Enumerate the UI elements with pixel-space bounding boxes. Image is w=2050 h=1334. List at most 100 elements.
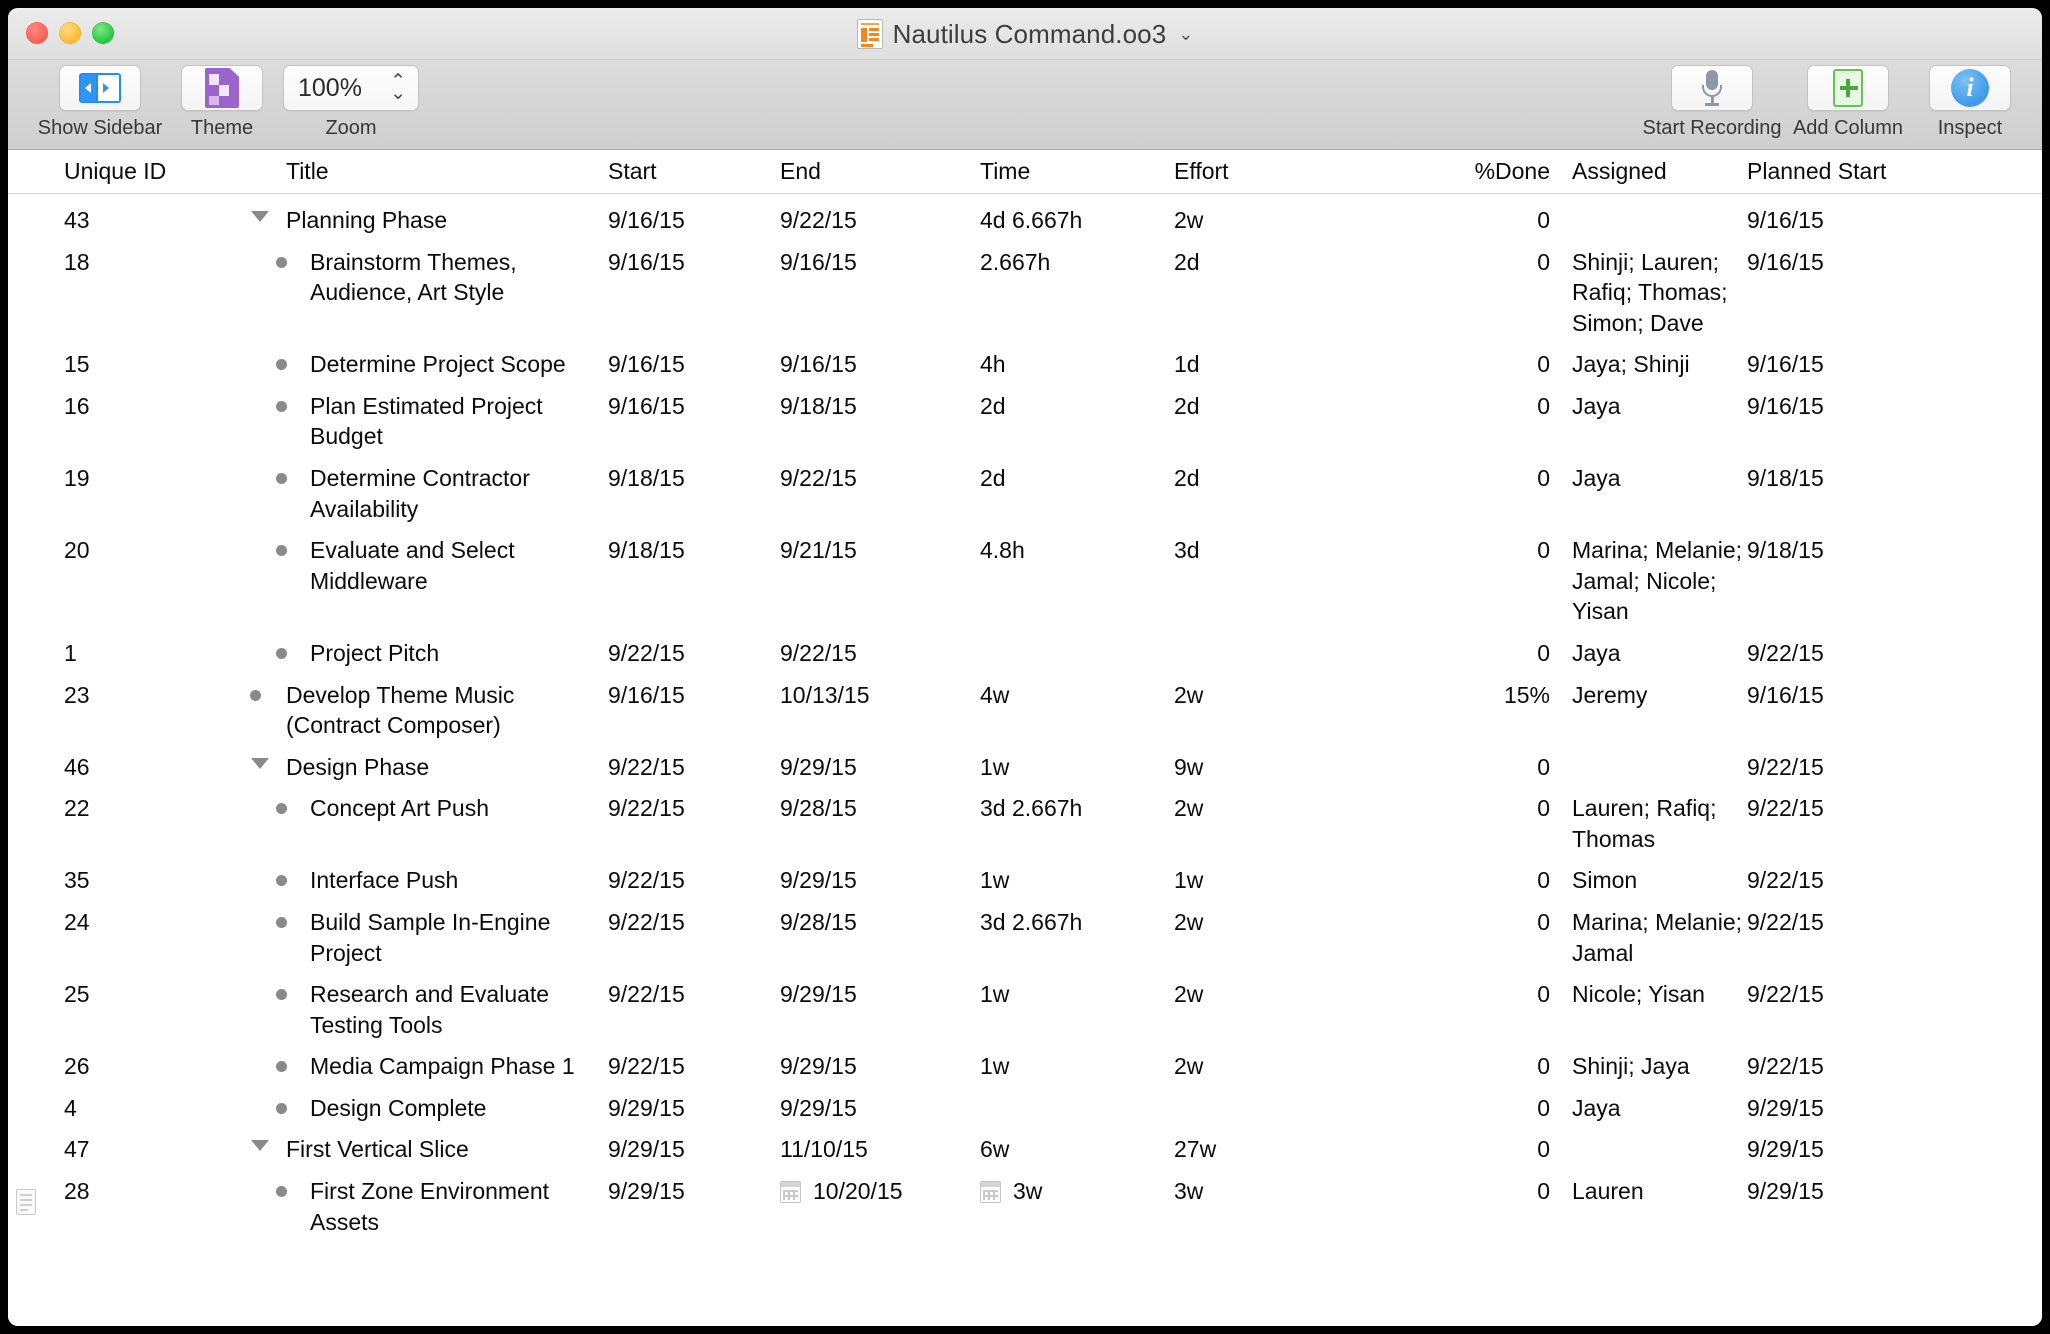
show-sidebar-label: Show Sidebar [37, 117, 163, 139]
cell-assigned [1550, 741, 1747, 752]
inspect-button[interactable]: i Inspect [1916, 60, 2024, 140]
toolbar-left-group: Show Sidebar Theme 100% ⌃ ⌄ Zoom [32, 60, 426, 140]
zoom-input[interactable]: 100% ⌃ ⌄ [283, 65, 419, 111]
row-note-cell [8, 1040, 40, 1051]
calendar-icon[interactable] [780, 1181, 801, 1204]
cell-unique-id: 19 [64, 465, 90, 492]
cell-percent-done: 0 [1537, 753, 1550, 780]
disclosure-triangle-icon[interactable] [251, 211, 269, 222]
cell-title: Evaluate and Select Middleware [252, 524, 608, 596]
add-column-button-surface[interactable] [1807, 65, 1889, 111]
cell-start: 9/22/15 [608, 981, 685, 1008]
column-header-start[interactable]: Start [608, 156, 780, 187]
cell-time: 4w [980, 681, 1010, 708]
cell-percent-done: 0 [1537, 248, 1550, 275]
cell-unique-id: 18 [64, 248, 90, 275]
task-title-label: Project Pitch [310, 639, 440, 666]
table-row[interactable]: 24 Build Sample In-Engine Project 9/22/15 9… [8, 896, 2042, 968]
column-header-end[interactable]: End [780, 156, 980, 187]
inspect-button-surface[interactable]: i [1929, 65, 2011, 111]
task-title-label: Build Sample In-Engine Project [310, 908, 551, 966]
cell-percent-done: 15% [1503, 681, 1550, 708]
table-row[interactable]: 23 Develop Theme Music (Contract Composer… [8, 669, 2042, 741]
cell-end: 10/13/15 [780, 681, 870, 708]
task-bullet-icon [276, 989, 287, 1001]
table-row[interactable]: 1 Project Pitch 9/22/15 9/22/15 0 Jaya 9/22/15 [8, 627, 2042, 669]
cell-unique-id: 1 [64, 639, 77, 666]
cell-effort: 2w [1174, 681, 1204, 708]
cell-time: 2d [980, 465, 1006, 492]
cell-assigned: Jaya [1572, 1094, 1621, 1121]
column-header-effort[interactable]: Effort [1174, 156, 1438, 187]
table-row[interactable]: 26 Media Campaign Phase 1 9/22/15 9/29/15 1w… [8, 1040, 2042, 1082]
start-recording-button[interactable]: Start Recording [1643, 60, 1781, 140]
stepper-down-icon[interactable]: ⌄ [390, 84, 406, 103]
theme-button[interactable]: Theme [168, 60, 276, 140]
table-header-row: Unique ID Title Start End Time Effort %D… [8, 150, 2042, 194]
disclosure-triangle-icon[interactable] [251, 1140, 269, 1152]
table-row[interactable]: 20 Evaluate and Select Middleware 9/18/15 9… [8, 524, 2042, 627]
cell-start: 9/18/15 [608, 537, 685, 564]
chevron-down-icon[interactable]: ⌄ [1178, 25, 1193, 43]
cell-title: Plan Estimated Project Budget [252, 380, 608, 452]
disclosure-triangle-icon[interactable] [251, 757, 269, 769]
cell-title: Determine Project Scope [252, 338, 608, 380]
cell-unique-id: 43 [64, 207, 90, 233]
cell-planned-start: 9/16/15 [1747, 207, 1824, 233]
start-recording-button-surface[interactable] [1671, 65, 1753, 111]
table-row[interactable]: 19 Determine Contractor Availability 9/18/… [8, 452, 2042, 524]
cell-time: 3w [980, 1165, 1174, 1207]
column-header-percent-done[interactable]: %Done [1438, 156, 1550, 187]
cell-percent-done: 0 [1537, 795, 1550, 822]
table-row[interactable]: 15 Determine Project Scope 9/16/15 9/16/15 4… [8, 338, 2042, 380]
cell-time: 2.667h [980, 248, 1051, 275]
task-bullet-icon [276, 256, 287, 268]
column-header-time[interactable]: Time [980, 156, 1174, 187]
table-row[interactable]: 35 Interface Push 9/22/15 9/29/15 1w 1w 0 Simon… [8, 854, 2042, 896]
cell-effort: 27w [1174, 1136, 1217, 1163]
task-bullet-icon [276, 647, 287, 659]
cell-time: 6w [980, 1136, 1010, 1163]
window-title: Nautilus Command.oo3 [892, 18, 1167, 49]
calendar-icon[interactable] [980, 1181, 1001, 1204]
zoom-label: Zoom [325, 117, 377, 139]
table-row[interactable]: 18 Brainstorm Themes, Audience, Art Style… [8, 236, 2042, 339]
cell-end: 9/28/15 [780, 908, 857, 935]
table-row[interactable]: 16 Plan Estimated Project Budget 9/16/15 9/… [8, 380, 2042, 452]
task-title-label: Determine Contractor Availability [310, 465, 530, 522]
cell-unique-id: 15 [64, 351, 90, 378]
zoom-stepper[interactable]: ⌃ ⌄ [390, 72, 406, 103]
column-header-planned-start[interactable]: Planned Start [1747, 156, 1947, 187]
cell-time: 1w [980, 867, 1010, 894]
table-row[interactable]: 22 Concept Art Push 9/22/15 9/28/15 3d 2.667… [8, 782, 2042, 854]
cell-percent-done: 0 [1537, 981, 1550, 1008]
cell-assigned: Lauren; Rafiq; Thomas [1572, 795, 1717, 852]
column-header-assigned[interactable]: Assigned [1550, 156, 1747, 187]
add-column-button[interactable]: Add Column [1780, 60, 1916, 140]
cell-title: Determine Contractor Availability [252, 452, 608, 524]
cell-end: 9/29/15 [780, 867, 857, 894]
row-note-cell [8, 782, 40, 793]
table-row[interactable]: 47 First Vertical Slice 9/29/15 11/10/15 6w 2… [8, 1123, 2042, 1165]
cell-unique-id: 23 [64, 681, 90, 708]
table-row[interactable]: 25 Research and Evaluate Testing Tools 9/2… [8, 968, 2042, 1040]
column-header-title[interactable]: Title [252, 156, 608, 187]
cell-end: 9/22/15 [780, 465, 857, 492]
cell-percent-done: 0 [1537, 465, 1550, 492]
zoom-control[interactable]: 100% ⌃ ⌄ Zoom [276, 60, 426, 140]
title-bar: Nautilus Command.oo3 ⌄ [8, 8, 2042, 60]
note-icon[interactable] [16, 1189, 36, 1216]
table-row[interactable]: 46 Design Phase 9/22/15 9/29/15 1w 9w 0 9/22/15 [8, 741, 2042, 783]
column-header-unique-id[interactable]: Unique ID [40, 156, 252, 187]
cell-time: 1w [980, 1053, 1010, 1080]
row-note-cell [8, 1123, 40, 1134]
show-sidebar-button-surface[interactable] [59, 65, 141, 111]
table-row[interactable]: 43 Planning Phase 9/16/15 9/22/15 4d 6.667h 2… [8, 194, 2042, 236]
toolbar: Show Sidebar Theme 100% ⌃ ⌄ Zoom Start R… [8, 60, 2042, 150]
table-row[interactable]: 4 Design Complete 9/29/15 9/29/15 0 Jaya 9/29/… [8, 1082, 2042, 1124]
table-row[interactable]: 28 First Zone Environment Assets 9/29/15 10… [8, 1165, 2042, 1237]
cell-effort: 2w [1174, 207, 1204, 233]
theme-button-surface[interactable] [181, 65, 263, 111]
cell-start: 9/16/15 [608, 207, 685, 233]
show-sidebar-button[interactable]: Show Sidebar [32, 60, 168, 140]
